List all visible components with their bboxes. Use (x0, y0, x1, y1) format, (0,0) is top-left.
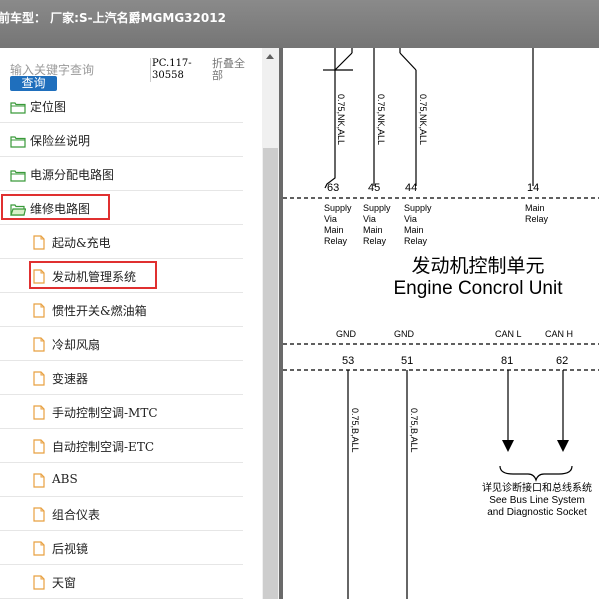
folder-icon (10, 99, 26, 118)
file-icon (33, 507, 45, 526)
signal-gnd-2: GND (394, 329, 415, 339)
can-h-arrow-icon (557, 440, 569, 452)
tree-file-0[interactable]: 起动&充电 (0, 225, 243, 259)
tree-file-label: 后视镜 (52, 542, 89, 556)
pin-14: 14 (527, 182, 539, 194)
wire-label-top-3: 0.75,NK,ALL (418, 94, 428, 145)
wire-label-top-2: 0.75,NK,ALL (376, 94, 386, 145)
supply-44-line3: Main (404, 225, 424, 235)
tree-file-label: 自动控制空调-ETC (52, 440, 155, 454)
main-relay-line2: Relay (525, 214, 549, 224)
pin-63: 63 (327, 182, 339, 194)
tree-file-label: 惯性开关&燃油箱 (52, 304, 147, 318)
tree-file-label: 组合仪表 (52, 508, 101, 522)
pin-62: 62 (556, 355, 568, 367)
supply-44-line4: Relay (404, 236, 428, 246)
supply-45-line4: Relay (363, 236, 387, 246)
pin-44: 44 (405, 182, 417, 194)
highlight-engine-management (29, 261, 157, 289)
file-icon (33, 541, 45, 560)
file-icon (33, 439, 45, 458)
scroll-up-icon[interactable] (262, 48, 279, 66)
tree-file-6[interactable]: 自动控制空调-ETC (0, 429, 243, 463)
supply-63-line4: Relay (324, 236, 348, 246)
tree-folder-label: 电源分配电路图 (30, 168, 115, 182)
signal-can-l: CAN L (495, 329, 522, 339)
supply-44-line1: Supply (404, 203, 432, 213)
tree-panel: 查询 PC.117- 30558 折叠全部 定位图保险丝说明电源分配电路图维修电… (0, 48, 262, 599)
file-icon (33, 235, 45, 254)
tree-file-7[interactable]: ABS (0, 463, 243, 497)
tree-file-label: 手动控制空调-MTC (52, 406, 158, 420)
window-title: 当前车型： 厂家:S-上汽名爵MGMG32012 (0, 11, 226, 25)
supply-45-line3: Main (363, 225, 383, 235)
file-icon (33, 575, 45, 594)
tree-folder-label: 保险丝说明 (30, 134, 91, 148)
bus-brace (499, 465, 573, 482)
scroll-thumb[interactable] (263, 148, 278, 599)
wire-label-top-1: 0.75,NK,ALL (336, 94, 346, 145)
bus-note-en-2: and Diagnostic Socket (487, 507, 587, 518)
supply-44-line2: Via (404, 214, 417, 224)
unit-title-en: Engine Concrol Unit (394, 278, 564, 299)
title-bar: 当前车型： 厂家:S-上汽名爵MGMG32012 (0, 0, 599, 48)
tree-file-2[interactable]: 惯性开关&燃油箱 (0, 293, 243, 327)
tree-file-label: ABS (52, 472, 78, 486)
file-icon (33, 371, 45, 390)
tree-file-4[interactable]: 变速器 (0, 361, 243, 395)
highlight-repair-diagram (1, 194, 110, 220)
pin-45: 45 (368, 182, 380, 194)
supply-45-line2: Via (363, 214, 376, 224)
wiring-diagram-svg: 0.75,NK,ALL 0.75,NK,ALL 0.75,NK,ALL 63 4… (283, 48, 599, 599)
signal-can-h: CAN H (545, 329, 573, 339)
tree-file-5[interactable]: 手动控制空调-MTC (0, 395, 243, 429)
collapse-all-link[interactable]: 折叠全部 (212, 58, 252, 82)
file-icon (33, 405, 45, 424)
pin-51: 51 (401, 355, 413, 367)
tree-scrollbar[interactable] (262, 48, 279, 599)
file-icon (33, 337, 45, 356)
tree-file-label: 变速器 (52, 372, 89, 386)
tree-folder-2[interactable]: 电源分配电路图 (0, 157, 243, 191)
tree-folder-1[interactable]: 保险丝说明 (0, 123, 243, 157)
wire-label-bottom-2: 0.75,B,ALL (409, 408, 419, 453)
tree-file-10[interactable]: 天窗 (0, 565, 243, 599)
tree-file-8[interactable]: 组合仪表 (0, 497, 243, 531)
supply-63-line1: Supply (324, 203, 352, 213)
unit-title-cn: 发动机控制单元 (411, 255, 544, 277)
supply-63-line3: Main (324, 225, 344, 235)
supply-45-line1: Supply (363, 203, 391, 213)
tree-folder-0[interactable]: 定位图 (0, 89, 243, 123)
tree-file-label: 起动&充电 (52, 236, 111, 250)
tree-folder-label: 定位图 (30, 100, 67, 114)
tree-file-9[interactable]: 后视镜 (0, 531, 243, 565)
wire-label-bottom-1: 0.75,B,ALL (350, 408, 360, 453)
can-l-arrow-icon (502, 440, 514, 452)
pc-code: PC.117- 30558 (150, 58, 192, 82)
folder-icon (10, 133, 26, 152)
bus-note-en-1: See Bus Line System (489, 495, 585, 506)
file-icon (33, 473, 45, 492)
signal-gnd-1: GND (336, 329, 357, 339)
folder-icon (10, 167, 26, 186)
supply-63-line2: Via (324, 214, 337, 224)
bus-note-cn: 详见诊断接口和总线系统 (482, 481, 592, 494)
file-icon (33, 303, 45, 322)
tree-file-label: 天窗 (52, 576, 77, 590)
tree-file-3[interactable]: 冷却风扇 (0, 327, 243, 361)
wiring-diagram: 0.75,NK,ALL 0.75,NK,ALL 0.75,NK,ALL 63 4… (283, 48, 599, 599)
tree-file-label: 冷却风扇 (52, 338, 101, 352)
pin-81: 81 (501, 355, 513, 367)
pin-53: 53 (342, 355, 354, 367)
main-relay-line1: Main (525, 203, 545, 213)
